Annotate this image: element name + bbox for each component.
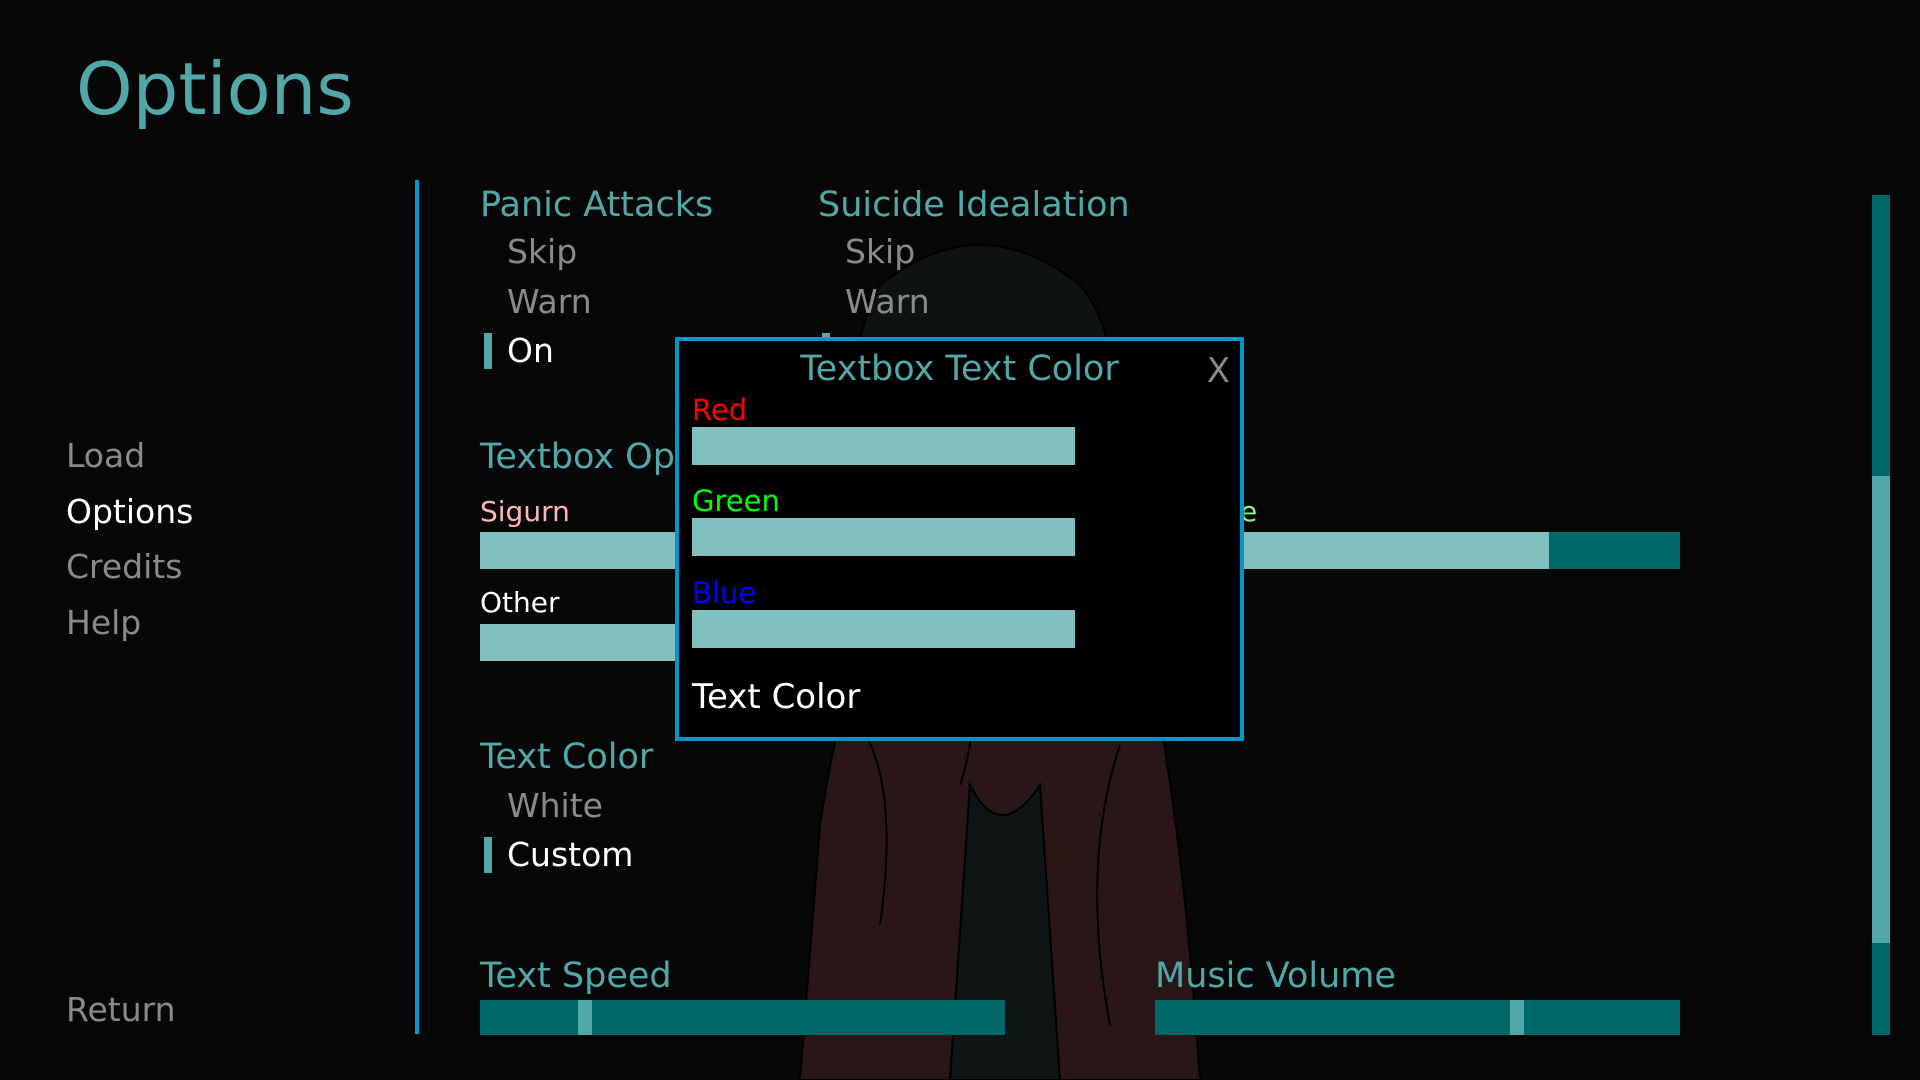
text-color-heading: Text Color <box>480 737 654 777</box>
music-volume-slider[interactable] <box>1155 1000 1680 1035</box>
slider-thumb[interactable] <box>578 1000 592 1035</box>
other-label: Other <box>480 586 560 619</box>
selected-indicator <box>484 333 492 369</box>
textbox-text-color-dialog: Textbox Text Color X Red Green Blue Text… <box>675 337 1244 741</box>
sigurn-label: Sigurn <box>480 495 570 528</box>
page-title: Options <box>76 47 354 131</box>
scrollbar-thumb[interactable] <box>1872 476 1890 943</box>
nav-load[interactable]: Load <box>66 436 145 476</box>
panic-attacks-heading: Panic Attacks <box>480 190 714 225</box>
text-color-preview: Text Color <box>692 677 861 717</box>
nav-credits[interactable]: Credits <box>66 547 182 587</box>
text-color-white[interactable]: White <box>507 786 603 826</box>
nav-return[interactable]: Return <box>66 990 176 1030</box>
nav-options[interactable]: Options <box>66 492 193 532</box>
green-label: Green <box>692 484 780 518</box>
suicide-idealation-warn[interactable]: Warn <box>845 282 930 322</box>
suicide-idealation-heading: Suicide Idealation <box>818 190 1130 225</box>
nav-help[interactable]: Help <box>66 603 141 643</box>
text-color-custom[interactable]: Custom <box>507 835 633 875</box>
nav-divider <box>415 180 419 1034</box>
panic-attacks-warn[interactable]: Warn <box>507 282 592 322</box>
blue-slider[interactable] <box>692 610 1075 648</box>
text-speed-label: Text Speed <box>480 956 672 996</box>
panic-attacks-on[interactable]: On <box>507 331 554 371</box>
suicide-idealation-skip[interactable]: Skip <box>845 232 915 272</box>
blue-label: Blue <box>692 576 757 610</box>
panic-attacks-skip[interactable]: Skip <box>507 232 577 272</box>
music-volume-label: Music Volume <box>1155 956 1396 996</box>
scrollbar[interactable] <box>1872 195 1890 1035</box>
red-slider[interactable] <box>692 427 1075 465</box>
dialog-title: Textbox Text Color <box>800 349 1119 389</box>
green-slider[interactable] <box>692 518 1075 556</box>
red-label: Red <box>692 393 748 427</box>
slider-thumb[interactable] <box>1510 1000 1525 1035</box>
text-speed-slider[interactable] <box>480 1000 1005 1035</box>
close-icon[interactable]: X <box>1207 351 1230 391</box>
selected-indicator <box>484 837 492 873</box>
textbox-options-heading: Textbox Op <box>480 437 675 477</box>
